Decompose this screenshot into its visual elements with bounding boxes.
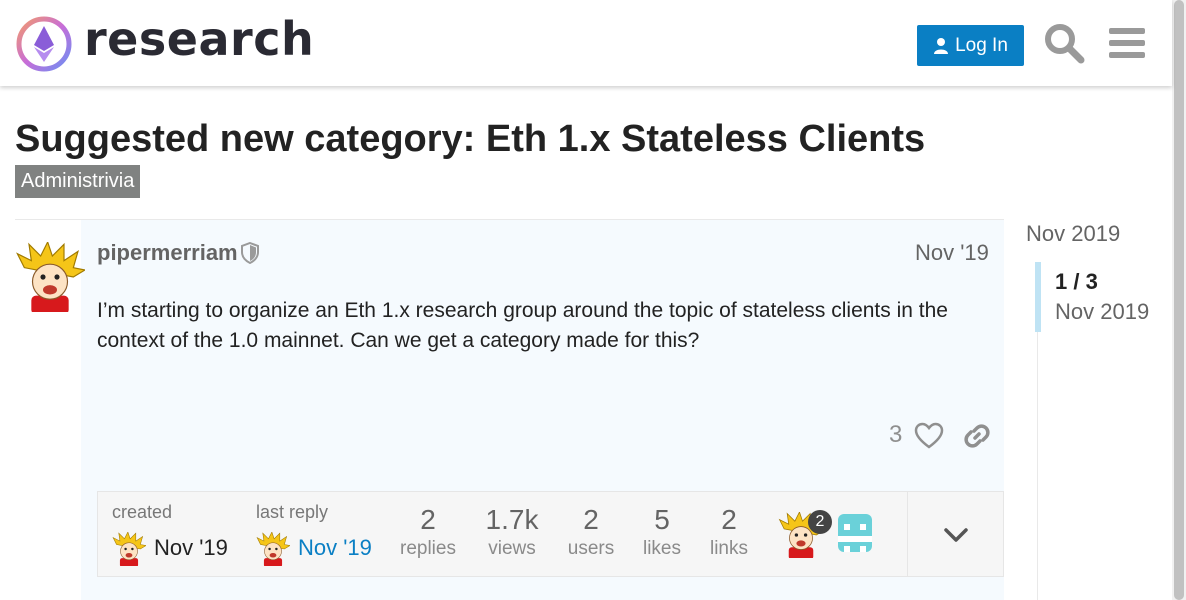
timeline-counter: 1 / 3 (1055, 269, 1098, 294)
stat-replies: 2 replies (388, 504, 468, 562)
site-header: research Log In (0, 0, 1172, 86)
category-badge[interactable]: Administrivia (15, 165, 141, 198)
search-icon[interactable] (1043, 22, 1085, 64)
last-reply-date[interactable]: Nov '19 (298, 535, 372, 561)
page-scrollbar[interactable] (1172, 0, 1186, 600)
stat-views: 1.7k views (472, 504, 552, 562)
menu-icon[interactable] (1106, 22, 1148, 64)
heart-icon[interactable] (914, 421, 944, 451)
stat-label: replies (400, 538, 456, 559)
stat-value: 2 (420, 504, 436, 535)
link-icon[interactable] (962, 421, 992, 451)
avatar[interactable] (256, 532, 290, 566)
login-button[interactable]: Log In (917, 25, 1024, 66)
participant-avatar[interactable] (832, 510, 878, 556)
site-name[interactable]: research (84, 12, 314, 66)
timeline-handle[interactable] (1035, 262, 1041, 332)
post-count-badge: 2 (808, 510, 832, 534)
scrollbar-thumb[interactable] (1174, 0, 1184, 600)
timeline-current-date: Nov 2019 (1055, 299, 1150, 324)
last-reply-label: last reply (256, 502, 329, 522)
like-count[interactable]: 3 (889, 421, 902, 449)
timeline-start-date[interactable]: Nov 2019 (1026, 221, 1120, 247)
topic-title[interactable]: Suggested new category: Eth 1.x Stateles… (15, 118, 925, 161)
stat-value: 2 (721, 504, 737, 535)
post-date[interactable]: Nov '19 (915, 240, 989, 266)
stat-label: links (709, 538, 748, 559)
created-date: Nov '19 (154, 535, 228, 560)
post-username[interactable]: pipermerriam (97, 240, 238, 266)
user-icon (934, 38, 949, 54)
stat-value: 1.7k (485, 504, 539, 535)
avatar[interactable] (112, 532, 146, 566)
stat-users: 2 users (551, 504, 631, 562)
topic-map: created Nov '19 last reply Nov '19 2 rep… (97, 491, 1004, 577)
stat-label: views (488, 538, 536, 559)
shield-icon (241, 242, 259, 264)
divider (907, 492, 908, 576)
post-body: I’m starting to organize an Eth 1.x rese… (97, 299, 948, 352)
avatar[interactable] (15, 242, 85, 312)
stat-links: 2 links (689, 504, 769, 562)
stat-label: users (567, 538, 615, 559)
chevron-down-icon[interactable] (941, 520, 971, 550)
logo-icon[interactable] (16, 16, 72, 72)
stat-value: 2 (583, 504, 599, 535)
created-label: created (112, 502, 173, 522)
login-label: Log In (955, 34, 1008, 56)
